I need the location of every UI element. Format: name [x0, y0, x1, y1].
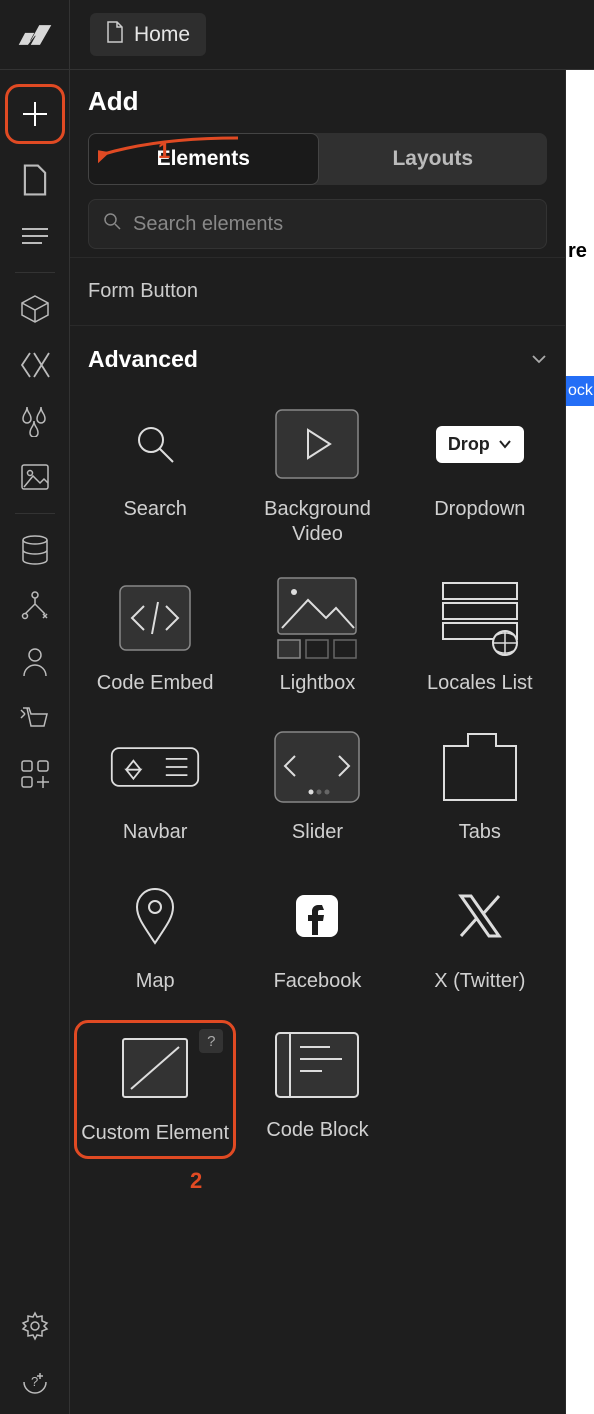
element-label: Custom Element	[81, 1121, 229, 1146]
element-label: Map	[136, 969, 175, 994]
element-label: Code Embed	[97, 671, 214, 696]
canvas-peek: re ock	[566, 70, 594, 1414]
element-label: X (Twitter)	[434, 969, 525, 994]
element-background-video[interactable]: Background Video	[236, 399, 398, 553]
search-icon	[103, 212, 121, 236]
x-twitter-icon	[435, 877, 525, 955]
section-advanced-header[interactable]: Advanced	[70, 326, 565, 383]
element-dropdown[interactable]: Drop Dropdown	[399, 399, 561, 553]
element-code-embed[interactable]: Code Embed	[74, 573, 236, 702]
element-label: Lightbox	[280, 671, 356, 696]
element-label: Facebook	[274, 969, 362, 994]
video-icon	[272, 405, 362, 483]
element-tabs[interactable]: Tabs	[399, 722, 561, 851]
element-label: Dropdown	[434, 497, 525, 522]
element-label: Navbar	[123, 820, 187, 845]
element-slider[interactable]: Slider	[236, 722, 398, 851]
ecommerce-button[interactable]	[9, 692, 61, 744]
element-label: Search	[123, 497, 186, 522]
logic-button[interactable]	[9, 580, 61, 632]
assets-button[interactable]	[9, 451, 61, 503]
add-panel: Add Elements Layouts Search elements For…	[70, 70, 566, 1414]
peek-chip: ock	[566, 376, 594, 406]
facebook-icon	[272, 877, 362, 955]
section-form-button[interactable]: Form Button	[70, 257, 565, 326]
pages-button[interactable]	[9, 154, 61, 206]
element-lightbox[interactable]: Lightbox	[236, 573, 398, 702]
element-label: Slider	[292, 820, 343, 845]
users-button[interactable]	[9, 636, 61, 688]
left-rail: ?	[0, 70, 70, 1414]
add-elements-button[interactable]	[5, 84, 65, 144]
section-title: Advanced	[88, 346, 198, 373]
element-facebook[interactable]: Facebook	[236, 871, 398, 1000]
element-custom-element[interactable]: ? Custom Element	[74, 1020, 236, 1159]
webflow-logo[interactable]	[0, 0, 70, 70]
cms-button[interactable]	[9, 524, 61, 576]
peek-text: re	[568, 240, 587, 263]
apps-button[interactable]	[9, 748, 61, 800]
components-button[interactable]	[9, 283, 61, 335]
element-label: Code Block	[266, 1118, 368, 1143]
element-navbar[interactable]: Navbar	[74, 722, 236, 851]
search-elements-input[interactable]: Search elements	[88, 199, 547, 249]
navigator-button[interactable]	[9, 210, 61, 262]
style-selectors-button[interactable]	[9, 395, 61, 447]
custom-element-icon	[110, 1029, 200, 1107]
breadcrumb-page[interactable]: Home	[90, 13, 206, 56]
breadcrumb-label: Home	[134, 23, 190, 47]
element-search[interactable]: Search	[74, 399, 236, 553]
element-label: Tabs	[459, 820, 501, 845]
tabs-icon	[435, 728, 525, 806]
element-code-block[interactable]: Code Block	[236, 1020, 398, 1159]
code-icon	[110, 579, 200, 657]
tab-layouts[interactable]: Layouts	[319, 133, 548, 185]
dropdown-pill: Drop	[436, 426, 524, 463]
slider-icon	[272, 728, 362, 806]
chevron-down-icon	[498, 439, 512, 449]
code-block-icon	[272, 1026, 362, 1104]
search-icon	[110, 405, 200, 483]
navbar-icon	[110, 728, 200, 806]
chevron-down-icon	[531, 351, 547, 369]
settings-button[interactable]	[9, 1300, 61, 1352]
element-locales-list[interactable]: Locales List	[399, 573, 561, 702]
search-placeholder: Search elements	[133, 213, 283, 236]
panel-title: Add	[88, 86, 547, 117]
element-label: Locales List	[427, 671, 533, 696]
map-pin-icon	[110, 877, 200, 955]
locales-icon	[435, 579, 525, 657]
dropdown-pill-label: Drop	[448, 434, 490, 455]
element-label: Background Video	[240, 497, 394, 547]
element-map[interactable]: Map	[74, 871, 236, 1000]
page-icon	[106, 21, 124, 48]
help-badge[interactable]: ?	[199, 1029, 223, 1053]
lightbox-icon	[272, 579, 362, 657]
variables-button[interactable]	[9, 339, 61, 391]
help-button[interactable]: ?	[9, 1356, 61, 1408]
element-twitter[interactable]: X (Twitter)	[399, 871, 561, 1000]
tab-elements[interactable]: Elements	[88, 133, 319, 185]
empty-cell	[399, 1020, 561, 1159]
panel-tabs: Elements Layouts	[88, 133, 547, 185]
